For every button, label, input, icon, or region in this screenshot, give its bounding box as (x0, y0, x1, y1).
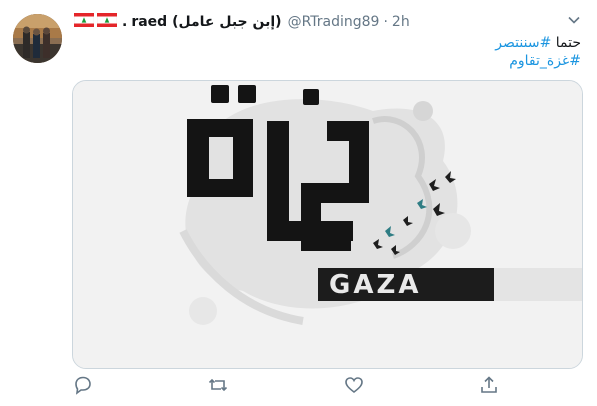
tweet-text-prefix: حتما (551, 35, 581, 51)
tweet-text-line-1: حتما #سننتصر (495, 34, 581, 52)
tweet-text: حتما #سننتصر #غزة_تقاوم (495, 34, 581, 70)
lebanon-flag-icon (73, 12, 95, 31)
meta-separator: · (383, 14, 388, 30)
tweet-actions (72, 372, 497, 398)
hashtag-link[interactable]: #سننتصر (495, 35, 551, 51)
retweet-icon[interactable] (207, 374, 229, 396)
gaza-banner-extension (494, 268, 582, 301)
chevron-down-icon[interactable] (567, 12, 581, 26)
name-separator: . (122, 14, 128, 30)
tweet-text-line-2: #غزة_تقاوم (495, 52, 581, 70)
hashtag-link[interactable]: #غزة_تقاوم (509, 53, 581, 69)
tweet[interactable]: . raed (إبن جبل عامل) @RTrading89 · 2h ح… (0, 0, 597, 406)
user-handle[interactable]: @RTrading89 (288, 14, 380, 30)
avatar[interactable] (13, 14, 62, 63)
share-icon[interactable] (478, 374, 500, 396)
reply-icon[interactable] (72, 374, 94, 396)
tweet-header: . raed (إبن جبل عامل) @RTrading89 · 2h (73, 12, 557, 32)
butterflies (373, 171, 456, 255)
tweet-media[interactable]: GAZA (72, 80, 583, 369)
timestamp[interactable]: 2h (392, 14, 410, 30)
like-icon[interactable] (343, 374, 365, 396)
gaza-english-title: GAZA (329, 270, 422, 300)
display-name[interactable]: raed (إبن جبل عامل) (131, 14, 281, 30)
lebanon-flag-icon (96, 12, 118, 31)
